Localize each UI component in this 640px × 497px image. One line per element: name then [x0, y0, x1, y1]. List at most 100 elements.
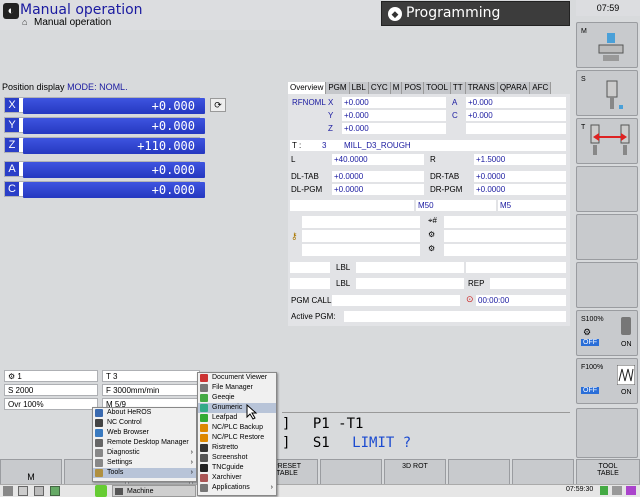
tab-tt[interactable]: TT: [450, 82, 466, 94]
r-value: +1.5000: [474, 154, 566, 165]
pgm-call-value: [332, 295, 460, 306]
menu-item-label: Geeqie: [212, 394, 235, 401]
axis-row-a: A +0.000: [4, 161, 205, 178]
menu-item-tools[interactable]: Tools ›: [93, 468, 196, 478]
menu-item-icon: [200, 454, 208, 462]
menu-item-ristretto[interactable]: Ristretto: [198, 443, 276, 453]
menu-item-label: Xarchiver: [212, 474, 242, 481]
start-menu: About HeROS NC Control Web Browser Remote D…: [92, 407, 197, 482]
tab-m[interactable]: M: [390, 82, 403, 94]
softkey-s[interactable]: S: [576, 70, 638, 116]
f100-off-toggle[interactable]: OFF: [581, 387, 599, 394]
l-label: L: [291, 155, 296, 164]
menu-item-nc-control[interactable]: NC Control: [93, 418, 196, 428]
header-mode-panel: ◐ Manual operation ⌂ Manual operation: [0, 0, 380, 30]
machine-icon: [115, 488, 123, 495]
menu-item-remote-desktop-manager[interactable]: Remote Desktop Manager: [93, 438, 196, 448]
rfnoml-label: RFNOML: [292, 98, 326, 107]
softkey-bottom-6[interactable]: [320, 459, 382, 485]
tool-status-cell-1: [444, 216, 566, 228]
menu-item-tncguide[interactable]: TNCguide: [198, 463, 276, 473]
menu-item-screenshot[interactable]: Screenshot: [198, 453, 276, 463]
s100-switch[interactable]: [621, 317, 631, 335]
softkey-bottom-m[interactable]: M: [0, 459, 62, 485]
programming-mode-button[interactable]: ◆ Programming: [381, 1, 570, 26]
rep-value: [490, 278, 566, 289]
tab-trans[interactable]: TRANS: [465, 82, 498, 94]
window-icon[interactable]: [18, 486, 28, 496]
tab-afc[interactable]: AFC: [530, 82, 552, 94]
3d-rot-softkey[interactable]: 3D ROT: [384, 459, 446, 485]
menu-item-icon: [95, 469, 103, 477]
menu-item-icon: [200, 474, 208, 482]
files-icon[interactable]: [34, 486, 44, 496]
softkey-blank-1[interactable]: [576, 166, 638, 212]
mdi-bracket-2: ]: [282, 435, 291, 451]
tool-row: T : 3 MILL_D3_ROUGH: [290, 140, 566, 151]
axis-row-x: X +0.000: [4, 97, 205, 114]
softkey-blank-4[interactable]: [576, 408, 638, 458]
lbl-blank-2: [290, 278, 330, 289]
menu-item-xarchiver[interactable]: Xarchiver: [198, 473, 276, 483]
menu-item-geeqie[interactable]: Geeqie: [198, 393, 276, 403]
menu-item-icon: [95, 459, 103, 467]
menu-item-label: Web Browser: [107, 429, 149, 436]
menu-item-label: NC/PLC Backup: [212, 424, 263, 431]
start-button-icon[interactable]: [95, 485, 107, 497]
menu-item-icon: [95, 429, 103, 437]
feed-override-panel[interactable]: F100% OFF ON: [576, 358, 638, 404]
lbl-value-1: [356, 262, 464, 273]
tool-table-softkey[interactable]: TOOL TABLE: [576, 459, 640, 485]
tab-overview[interactable]: Overview: [288, 82, 327, 94]
tab-cyc[interactable]: CYC: [368, 82, 391, 94]
menu-item-diagnostic[interactable]: Diagnostic ›: [93, 448, 196, 458]
menu-item-nc-plc-restore[interactable]: NC/PLC Restore: [198, 433, 276, 443]
tab-pgm[interactable]: PGM: [326, 82, 350, 94]
m5-value: M5: [498, 200, 566, 211]
taskbar-clock: 07:59:30: [566, 486, 594, 493]
axis-letter: Z: [5, 138, 19, 152]
softkey-s-label: S: [581, 76, 586, 83]
menu-item-document-viewer[interactable]: Document Viewer: [198, 373, 276, 383]
tab-lbl[interactable]: LBL: [349, 82, 369, 94]
tool-label: T :: [292, 141, 302, 150]
menu-item-nc-plc-backup[interactable]: NC/PLC Backup: [198, 423, 276, 433]
key-icon: ⚷: [291, 231, 298, 241]
override-cell: Ovr 100%: [4, 398, 98, 410]
menu-item-leafpad[interactable]: Leafpad: [198, 413, 276, 423]
softkey-blank-2[interactable]: [576, 214, 638, 260]
rf-axis-value: +0.000: [342, 110, 446, 121]
softkey-blank-3[interactable]: [576, 262, 638, 308]
menu-item-label: Leafpad: [212, 414, 238, 421]
axis-value: +110.000: [137, 139, 195, 153]
refresh-icon[interactable]: ⟳: [210, 98, 226, 112]
menu-item-icon: [200, 464, 208, 472]
tool-table-line-2: TABLE: [597, 470, 619, 477]
menu-item-label: Gnumeric: [212, 404, 243, 411]
menu-item-gnumeric[interactable]: Gnumeric: [198, 403, 276, 413]
menu-item-icon: [200, 394, 208, 402]
tool-axis-cell-3: [302, 244, 420, 256]
menu-item-about-heros[interactable]: About HeROS: [93, 408, 196, 418]
menu-item-icon: [200, 374, 208, 382]
menu-item-settings[interactable]: Settings ›: [93, 458, 196, 468]
menu-item-file-manager[interactable]: File Manager: [198, 383, 276, 393]
spindle-override-panel[interactable]: S100% ⚙ OFF ON: [576, 310, 638, 356]
tab-tool[interactable]: TOOL: [424, 82, 451, 94]
apps-icon[interactable]: [50, 486, 60, 496]
softkey-bottom-9[interactable]: [512, 459, 574, 485]
menu-item-web-browser[interactable]: Web Browser: [93, 428, 196, 438]
pgm-call-label: PGM CALL: [291, 296, 332, 305]
softkey-t[interactable]: T: [576, 118, 638, 164]
tool-status-cell-2: [444, 230, 566, 242]
s100-off-toggle[interactable]: OFF: [581, 339, 599, 346]
tab-qpara[interactable]: QPARA: [497, 82, 531, 94]
softkey-m[interactable]: M: [576, 22, 638, 68]
machine-task-button[interactable]: Machine: [112, 485, 196, 497]
menu-icon[interactable]: [3, 486, 13, 496]
menu-item-applications[interactable]: Applications ›: [198, 483, 276, 493]
tab-pos[interactable]: POS: [402, 82, 425, 94]
softkey-bottom-8[interactable]: [448, 459, 510, 485]
overview-panel: RFNOML X +0.000 Y +0.000 Z +0.000 A +0.000 C +0.0…: [288, 94, 570, 326]
axis-row-c: C +0.000: [4, 181, 205, 198]
